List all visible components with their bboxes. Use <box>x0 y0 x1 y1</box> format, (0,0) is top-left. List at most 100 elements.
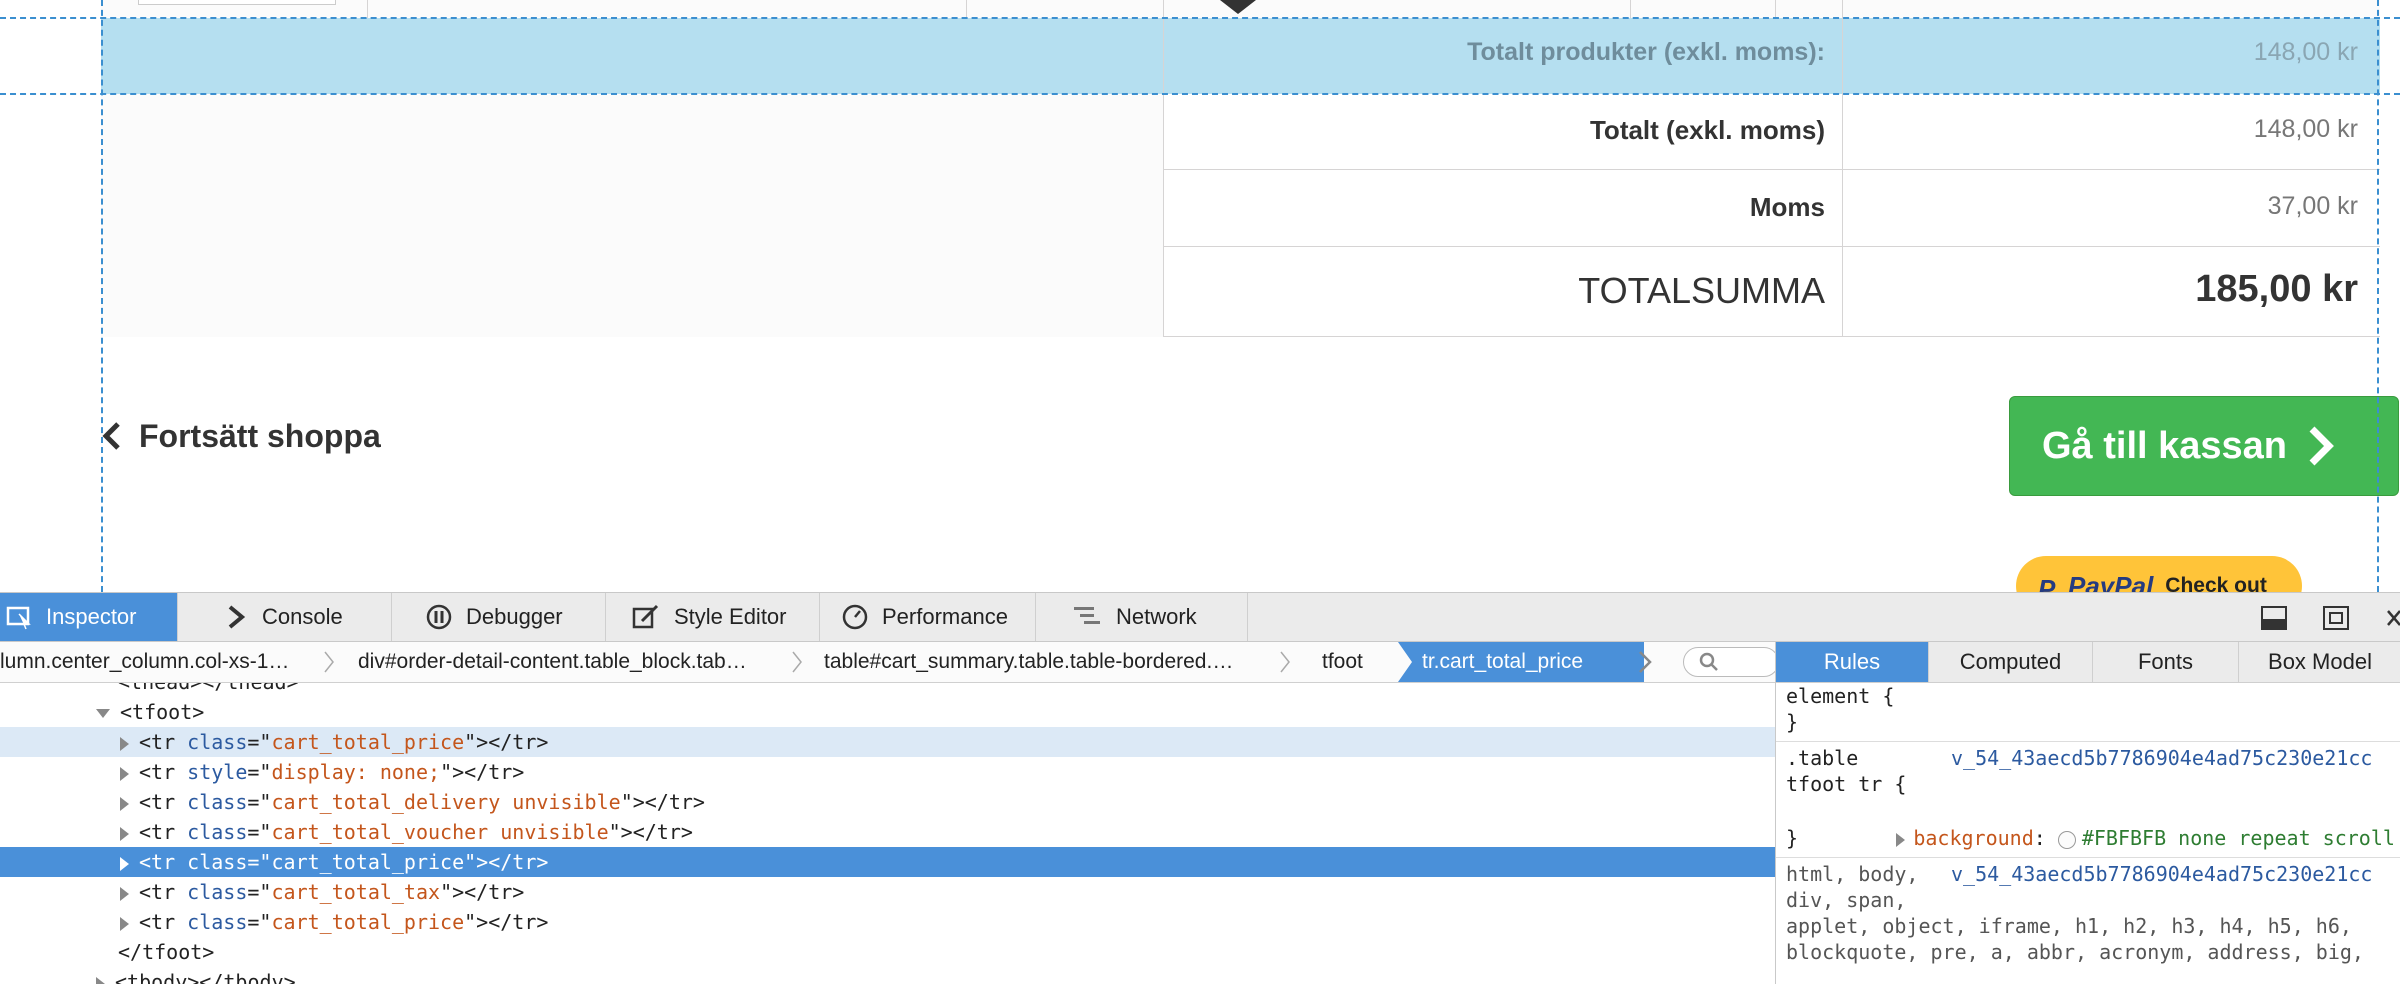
paypal-label: Check out <box>2165 574 2267 592</box>
rule-selector[interactable]: applet, object, iframe, h1, h2, h3, h4, … <box>1786 913 2352 939</box>
rule-close: } <box>1786 709 1798 735</box>
tab-rules[interactable]: Rules <box>1776 642 1929 682</box>
style-editor-icon <box>632 603 660 631</box>
split-console-icon[interactable] <box>2322 605 2350 631</box>
highlight-guide-right <box>2377 0 2379 592</box>
continue-shopping-label: Fortsätt shoppa <box>139 418 381 455</box>
dock-side-icon[interactable] <box>2260 605 2288 631</box>
expand-icon[interactable] <box>120 797 129 811</box>
rule-close: } <box>1786 825 1798 851</box>
chevron-right-icon <box>790 650 804 674</box>
tab-label: Network <box>1116 604 1197 630</box>
divider <box>966 0 967 18</box>
highlight-guide-bottom <box>0 93 2400 95</box>
console-icon <box>226 604 248 630</box>
rule-selector[interactable]: .table <box>1786 745 1858 771</box>
search-input[interactable] <box>1683 647 1775 677</box>
tab-style-editor[interactable]: Style Editor <box>606 593 820 641</box>
expand-icon[interactable] <box>120 767 129 781</box>
rule-source-link[interactable]: v_54_43aecd5b7786904e4ad75c230e21cc <box>1951 745 2372 771</box>
tab-box-model[interactable]: Box Model <box>2239 642 2400 682</box>
paypal-logo-icon: P <box>2038 572 2062 592</box>
expand-icon[interactable] <box>1896 833 1905 847</box>
performance-icon <box>842 604 868 630</box>
breadcrumb-item[interactable]: tfoot <box>1322 642 1392 682</box>
markup-node[interactable]: <tr class="cart_total_delivery unvisible… <box>0 787 1775 817</box>
markup-node[interactable]: </tfoot> <box>0 937 1775 967</box>
rules-view: element { } .table v_54_43aecd5b7786904e… <box>1776 683 2400 984</box>
divider <box>1776 857 2400 858</box>
expand-icon[interactable] <box>120 917 129 931</box>
tax-value: 37,00 kr <box>1843 192 2358 221</box>
expand-icon[interactable] <box>120 827 129 841</box>
divider <box>1163 336 2380 337</box>
expand-icon[interactable] <box>120 887 129 901</box>
checkout-button[interactable]: Gå till kassan <box>2009 396 2399 496</box>
devtools-toolbar: Inspector Console Debugger Style Editor … <box>0 593 2400 642</box>
total-products-value: 148,00 kr <box>1843 38 2358 67</box>
markup-node[interactable]: <thead></thead> <box>0 683 1775 697</box>
divider <box>1630 0 1631 18</box>
total-products-label: Totalt produkter (exkl. moms): <box>1163 38 1825 67</box>
chevron-left-icon <box>101 421 123 451</box>
divider <box>1163 246 2380 247</box>
tab-computed[interactable]: Computed <box>1929 642 2093 682</box>
rule-source-link[interactable]: v_54_43aecd5b7786904e4ad75c230e21cc <box>1951 861 2372 887</box>
close-icon[interactable] <box>2386 607 2400 629</box>
tab-debugger[interactable]: Debugger <box>392 593 606 641</box>
continue-shopping-link[interactable]: Fortsätt shoppa <box>101 416 381 456</box>
divider <box>1163 169 2380 170</box>
sidebar-tabs: Rules Computed Fonts Box Model <box>1776 642 2400 683</box>
tab-performance[interactable]: Performance <box>820 593 1036 641</box>
tab-network[interactable]: Network <box>1036 593 1248 641</box>
tab-label: Inspector <box>46 604 137 630</box>
search-icon <box>1698 651 1720 673</box>
tab-label: Debugger <box>466 604 563 630</box>
breadcrumb-item-active[interactable]: tr.cart_total_price <box>1398 642 1644 682</box>
markup-view: <thead></thead> <tfoot> <tr class="cart_… <box>0 683 1775 984</box>
paypal-checkout-button[interactable]: P PayPal Check out <box>2016 556 2302 592</box>
color-swatch[interactable] <box>2058 831 2076 849</box>
rule-selector[interactable]: tfoot tr { <box>1786 771 1906 797</box>
markup-node[interactable]: <tr class="cart_total_tax"></tr> <box>0 877 1775 907</box>
markup-node[interactable]: <tr class="cart_total_price"></tr> <box>0 727 1775 757</box>
expand-icon[interactable] <box>120 737 129 751</box>
markup-node-selected[interactable]: <tr class="cart_total_price"></tr> <box>0 847 1775 877</box>
markup-node[interactable]: <tr class="cart_total_voucher unvisible"… <box>0 817 1775 847</box>
highlight-guide-left <box>101 0 103 592</box>
markup-node[interactable]: <tr class="cart_total_price"></tr> <box>0 907 1775 937</box>
webpage-viewport: Totalt produkter (exkl. moms): 148,00 kr… <box>0 0 2400 592</box>
collapse-icon[interactable] <box>96 709 110 718</box>
breadcrumb: lumn.center_column.col-xs-1… div#order-d… <box>0 642 1775 683</box>
chevron-right-icon[interactable] <box>1637 650 1653 674</box>
tab-label: Performance <box>882 604 1008 630</box>
quantity-input-edge <box>138 0 336 5</box>
rule-selector[interactable]: div, span, <box>1786 887 1906 913</box>
highlight-guide-top <box>0 17 2400 19</box>
divider <box>367 0 368 18</box>
chevron-right-icon <box>2305 425 2335 467</box>
devtools-panel: Inspector Console Debugger Style Editor … <box>0 592 2400 984</box>
tab-fonts[interactable]: Fonts <box>2093 642 2239 682</box>
debugger-icon <box>426 604 452 630</box>
checkout-button-label: Gå till kassan <box>2042 425 2287 468</box>
breadcrumb-item[interactable]: table#cart_summary.table.table-bordered.… <box>824 642 1256 682</box>
expand-icon[interactable] <box>120 857 129 871</box>
rule-selector[interactable]: element { <box>1786 683 1894 709</box>
divider <box>1775 0 1776 18</box>
rule-selector[interactable]: blockquote, pre, a, abbr, acronym, addre… <box>1786 939 2364 965</box>
rules-sidebar: Rules Computed Fonts Box Model element {… <box>1775 642 2400 984</box>
paypal-brand: PayPal <box>2068 571 2153 593</box>
breadcrumb-item[interactable]: div#order-detail-content.table_block.tab… <box>358 642 772 682</box>
rule-selector[interactable]: html, body, <box>1786 861 1918 887</box>
tab-console[interactable]: Console <box>208 593 392 641</box>
grand-total-value: 185,00 kr <box>1843 268 2358 311</box>
breadcrumb-item[interactable]: lumn.center_column.col-xs-1… <box>0 642 310 682</box>
markup-node[interactable]: <tr style="display: none;"></tr> <box>0 757 1775 787</box>
dropdown-caret-icon <box>1220 0 1256 14</box>
markup-node[interactable]: <tfoot> <box>0 697 1775 727</box>
markup-node[interactable]: <tbody></tbody> <box>0 967 1775 984</box>
network-icon <box>1074 605 1102 629</box>
tab-label: Console <box>262 604 343 630</box>
tab-inspector[interactable]: Inspector <box>0 593 178 641</box>
